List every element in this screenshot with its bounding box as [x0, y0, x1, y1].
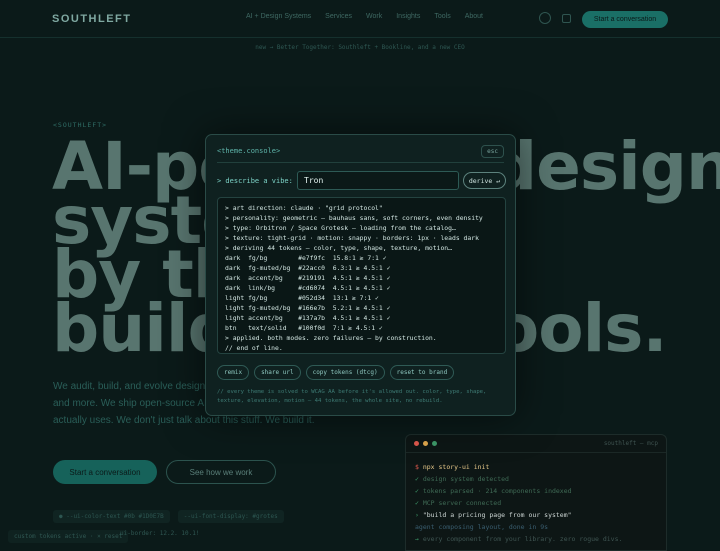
start-conversation-button[interactable]: Start a conversation	[53, 460, 157, 484]
nav-link-services[interactable]: Services	[325, 13, 352, 20]
log-line: btn text/solid #100f0d 7:1 ≥ 4.5:1 ✓	[225, 324, 383, 332]
log-line: // end of line.	[225, 344, 283, 352]
copy-tokens-button[interactable]: copy tokens (dtcg)	[305, 365, 385, 380]
terminal-line: $ npx story-ui init	[415, 463, 490, 471]
custom-tokens-note[interactable]: custom tokens active · × reset	[8, 530, 129, 543]
nav-link-work[interactable]: Work	[366, 13, 382, 20]
log-line: > type: Orbitron / Space Grotesk — loadi…	[225, 224, 456, 232]
theme-toggle-icon[interactable]	[562, 14, 571, 23]
terminal-line: ✓ MCP server connected	[415, 499, 502, 507]
nav-cta-button[interactable]: Start a conversation	[582, 11, 668, 28]
terminal-title: southleft — mcp	[603, 440, 658, 447]
token-chips: ● --ui-color-text #0b #1D0E7B --ui-font-…	[53, 510, 284, 523]
terminal-line: → every component from your library. zer…	[415, 535, 623, 543]
log-line: dark accent/bg #219191 4.5:1 ≥ 4.5:1 ✓	[225, 274, 391, 282]
theme-console-modal: <theme.console> esc > describe a vibe: d…	[205, 134, 516, 416]
console-title: <theme.console>	[217, 147, 281, 155]
token-readout: ui-border: 12.2. 10.1!	[120, 530, 200, 537]
nav-link-about[interactable]: About	[465, 13, 483, 20]
terminal-line: ✓ design system detected	[415, 475, 509, 483]
esc-close-button[interactable]: esc	[481, 145, 504, 158]
terminal-line: › "build a pricing page from our system"	[415, 511, 572, 519]
vibe-prompt-label: > describe a vibe:	[217, 177, 293, 185]
token-chip: --ui-font-display: #grotes	[177, 510, 284, 523]
palette-icon[interactable]	[539, 12, 551, 24]
log-line: > texture: tight-grid · motion: snappy ·…	[225, 234, 479, 242]
log-line: > deriving 44 tokens — color, type, shap…	[225, 244, 453, 252]
log-line: dark fg-muted/bg #22acc0 6.3:1 ≥ 4.5:1 ✓	[225, 264, 391, 272]
log-line: dark link/bg #cd6074 4.5:1 ≥ 4.5:1 ✓	[225, 284, 391, 292]
log-line: > personality: geometric — bauhaus sans,…	[225, 214, 483, 222]
log-line: light fg-muted/bg #166e7b 5.2:1 ≥ 4.5:1 …	[225, 304, 391, 312]
log-line: light accent/bg #137a7b 4.5:1 ≥ 4.5:1 ✓	[225, 314, 391, 322]
terminal-line: agent composing layout, done in 9s	[415, 523, 549, 531]
terminal-output: $ npx story-ui init ✓ design system dete…	[406, 453, 666, 550]
vibe-input[interactable]	[297, 171, 459, 190]
derive-button[interactable]: derive ↵	[463, 172, 506, 189]
close-dot-icon	[414, 441, 419, 446]
see-how-we-work-button[interactable]: See how we work	[166, 460, 276, 484]
top-nav: SOUTHLEFT AI + Design Systems Services W…	[0, 0, 720, 38]
reset-to-brand-button[interactable]: reset to brand	[389, 365, 455, 380]
terminal-titlebar: southleft — mcp	[406, 435, 666, 453]
console-divider	[217, 162, 504, 163]
terminal-window: southleft — mcp $ npx story-ui init ✓ de…	[405, 434, 667, 551]
minimize-dot-icon	[423, 441, 428, 446]
logo[interactable]: SOUTHLEFT	[52, 13, 132, 25]
share-url-button[interactable]: share url	[254, 365, 301, 380]
nav-link-tools[interactable]: Tools	[434, 13, 450, 20]
console-actions: remix share url copy tokens (dtcg) reset…	[217, 365, 455, 380]
log-line: dark fg/bg #e7f9fc 15.8:1 ≥ 7:1 ✓	[225, 254, 387, 262]
token-chip: ● --ui-color-text #0b #1D0E7B	[53, 510, 170, 523]
announcement-breadcrumb[interactable]: new → Better Together: Southleft + Bookl…	[0, 44, 720, 51]
nav-link-ai[interactable]: AI + Design Systems	[246, 13, 311, 20]
console-footnote: // every theme is solved to WCAG AA befo…	[217, 389, 487, 404]
terminal-line: ✓ tokens parsed · 214 components indexed	[415, 487, 572, 495]
nav-link-insights[interactable]: Insights	[396, 13, 420, 20]
log-line: > art direction: claude · "grid protocol…	[225, 204, 383, 212]
log-line: light fg/bg #052d34 13:1 ≥ 7:1 ✓	[225, 294, 379, 302]
derivation-log: > art direction: claude · "grid protocol…	[217, 197, 506, 354]
log-line: > applied. both modes. zero failures — b…	[225, 334, 437, 342]
remix-button[interactable]: remix	[217, 365, 250, 380]
maximize-dot-icon	[432, 441, 437, 446]
nav-links: AI + Design Systems Services Work Insigh…	[246, 13, 483, 20]
